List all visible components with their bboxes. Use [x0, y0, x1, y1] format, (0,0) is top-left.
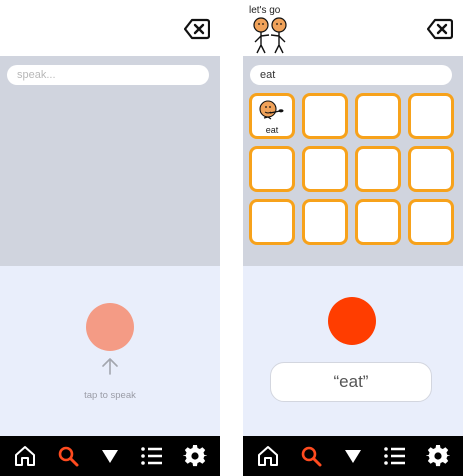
list-icon — [384, 447, 406, 465]
triangle-down-icon — [344, 450, 361, 463]
sentence-bar: let's go — [243, 0, 463, 56]
empty-symbol-tile[interactable] — [302, 93, 348, 139]
speak-button[interactable] — [86, 303, 134, 351]
gear-icon — [182, 444, 207, 467]
search-input[interactable] — [7, 65, 209, 85]
list-icon — [141, 447, 163, 465]
nav-search-button[interactable] — [54, 442, 82, 470]
sentence-bar — [0, 0, 220, 56]
nav-home-button[interactable] — [11, 442, 39, 470]
bottom-nav — [243, 436, 463, 476]
backspace-button[interactable] — [184, 18, 210, 40]
nav-list-button[interactable] — [138, 442, 166, 470]
symbol-grid: eat — [249, 93, 461, 245]
empty-symbol-tile[interactable] — [408, 199, 454, 245]
empty-symbol-tile[interactable] — [249, 199, 295, 245]
bottom-nav — [0, 436, 220, 476]
nav-settings-button[interactable] — [181, 442, 209, 470]
home-icon — [258, 446, 279, 466]
empty-symbol-tile[interactable] — [408, 93, 454, 139]
nav-triangle-button[interactable] — [339, 442, 367, 470]
triangle-down-icon — [101, 450, 118, 463]
empty-symbol-tile[interactable] — [302, 199, 348, 245]
nav-home-button[interactable] — [254, 442, 282, 470]
backspace-icon — [184, 18, 210, 40]
left-screen: tap to speak — [0, 0, 220, 476]
empty-symbol-tile[interactable] — [249, 146, 295, 192]
empty-symbol-tile[interactable] — [408, 146, 454, 192]
lets-go-symbol-icon — [253, 17, 287, 54]
search-icon — [301, 446, 322, 467]
symbol-area — [0, 56, 220, 266]
backspace-button[interactable] — [427, 18, 453, 40]
empty-symbol-tile[interactable] — [302, 146, 348, 192]
symbol-tile-label: eat — [265, 125, 279, 135]
right-screen: let's go eat eat “eat” — [243, 0, 463, 476]
empty-symbol-tile[interactable] — [355, 146, 401, 192]
speak-button[interactable] — [328, 297, 376, 345]
recognized-speech-result[interactable]: “eat” — [270, 362, 432, 402]
phrase-tile-lets-go[interactable]: let's go — [243, 0, 303, 56]
speech-panel: “eat” — [243, 266, 463, 436]
symbol-area: eat — [243, 56, 463, 266]
nav-settings-button[interactable] — [424, 442, 452, 470]
symbol-tile-eat[interactable]: eat — [249, 93, 295, 139]
home-icon — [15, 446, 36, 466]
nav-list-button[interactable] — [381, 442, 409, 470]
backspace-icon — [427, 18, 453, 40]
arrow-up-icon — [100, 356, 120, 376]
nav-search-button[interactable] — [297, 442, 325, 470]
empty-symbol-tile[interactable] — [355, 93, 401, 139]
empty-symbol-tile[interactable] — [355, 199, 401, 245]
eat-symbol-icon — [259, 100, 284, 120]
nav-triangle-button[interactable] — [96, 442, 124, 470]
search-icon — [58, 446, 79, 467]
search-input[interactable] — [250, 65, 452, 85]
gear-icon — [425, 444, 450, 467]
speech-panel: tap to speak — [0, 266, 220, 436]
tap-to-speak-hint: tap to speak — [84, 390, 136, 401]
